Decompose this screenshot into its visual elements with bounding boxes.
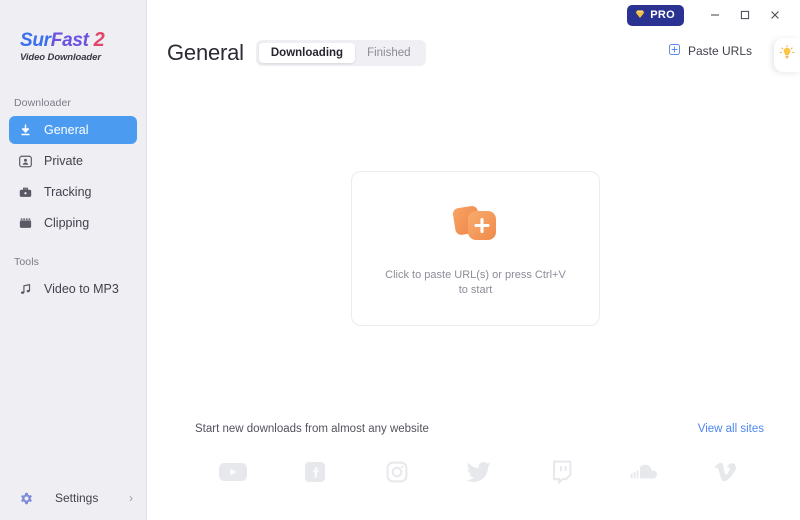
instagram-icon[interactable] [377,455,417,489]
lightbulb-icon [779,44,795,66]
paste-urls-button[interactable]: Paste URLs [668,43,752,59]
pro-badge[interactable]: PRO [627,4,684,26]
sidebar-item-label: Tracking [44,184,92,199]
dropzone-line2: to start [458,284,493,296]
twitch-icon[interactable] [542,455,582,489]
tab-downloading[interactable]: Downloading [258,43,356,63]
plus-square-icon [668,43,681,59]
sidebar-item-label: Clipping [44,215,90,230]
sidebar-item-label: Private [44,153,83,168]
sidebar-item-label: Video to MP3 [44,281,119,296]
dropzone-line1: Click to paste URL(s) or press Ctrl+V [385,269,566,281]
sidebar-section-downloader: Downloader [14,97,72,109]
footer-text: Start new downloads from almost any webs… [195,423,429,435]
music-note-icon [17,281,34,298]
facebook-icon[interactable] [295,455,335,489]
supported-sites-row [195,450,764,494]
footer-row: Start new downloads from almost any webs… [195,423,764,435]
status-tabs: Downloading Finished [255,40,426,66]
paste-urls-label: Paste URLs [687,44,752,58]
app-logo: SurFast 2 Video Downloader [0,0,146,78]
logo-sur: Sur [20,30,51,51]
minimize-button[interactable] [700,1,730,29]
page-title: General [167,40,244,65]
private-person-icon [17,153,34,170]
gem-icon [634,8,646,23]
logo-subtitle: Video Downloader [20,52,101,63]
sidebar-item-tracking[interactable]: Tracking [9,178,137,206]
maximize-button[interactable] [730,1,760,29]
folder-plus-icon [448,199,504,254]
download-arrow-icon [17,122,34,139]
sidebar-item-private[interactable]: Private [9,147,137,175]
tips-button[interactable] [774,38,800,72]
view-all-sites-link[interactable]: View all sites [698,423,764,435]
briefcase-icon [17,184,34,201]
pro-label: PRO [650,9,675,21]
main-content: PRO General Downloading Finished Paste U… [147,0,800,520]
gear-icon [18,490,35,507]
sidebar-item-label: General [44,122,89,137]
youtube-icon[interactable] [213,455,253,489]
sidebar-section-tools: Tools [14,256,40,268]
sidebar: SurFast 2 Video Downloader Downloader Gen… [0,0,147,520]
settings-button[interactable]: Settings › [0,476,147,520]
tab-finished[interactable]: Finished [355,43,422,63]
soundcloud-icon[interactable] [624,455,664,489]
vimeo-icon[interactable] [706,455,746,489]
logo-title: SurFast 2 [20,30,146,51]
twitter-icon[interactable] [459,455,499,489]
logo-fast: Fast [50,30,89,51]
paste-url-dropzone[interactable]: Click to paste URL(s) or press Ctrl+V to… [351,171,600,326]
app-window: SurFast 2 Video Downloader Downloader Gen… [0,0,800,520]
chevron-right-icon: › [129,491,133,505]
sidebar-item-general[interactable]: General [9,116,137,144]
logo-version: 2 [93,29,105,51]
settings-label: Settings [55,491,99,505]
window-titlebar: PRO [627,0,800,30]
close-button[interactable] [760,1,790,29]
sidebar-item-clipping[interactable]: Clipping [9,209,137,237]
sidebar-item-video-to-mp3[interactable]: Video to MP3 [9,275,137,303]
film-strip-icon [17,215,34,232]
